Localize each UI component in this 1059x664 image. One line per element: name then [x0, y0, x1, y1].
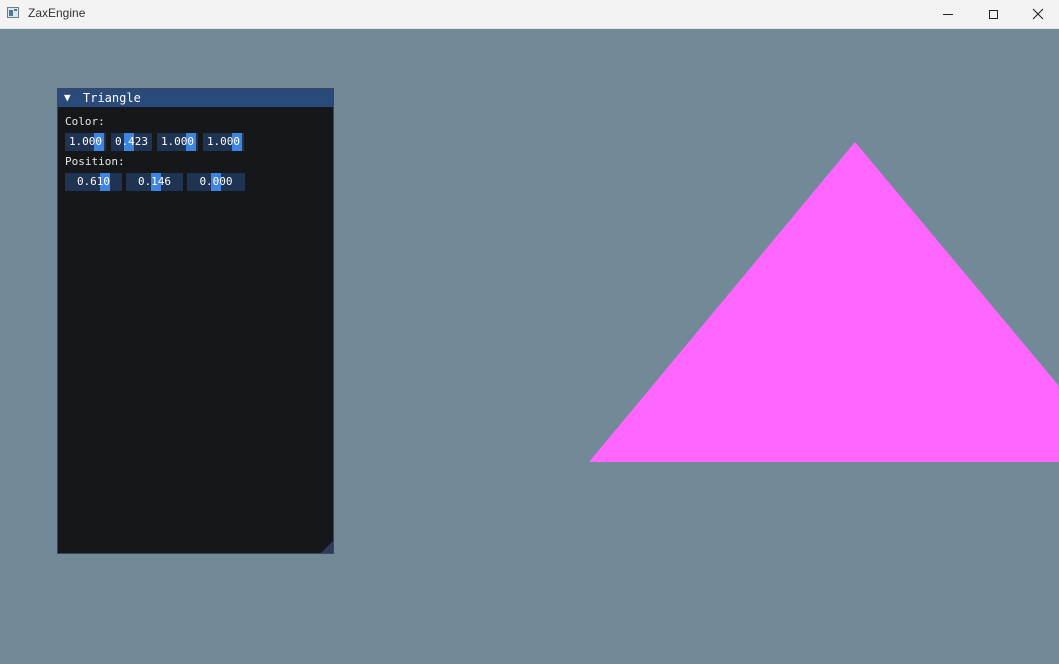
collapse-arrow-icon[interactable]: ▼ — [64, 91, 71, 104]
position-x-drag-input[interactable]: 0.610 — [65, 173, 122, 191]
color-g-value: 0.423 — [114, 135, 149, 148]
window-title-bar: ZaxEngine — [0, 0, 1059, 29]
panel-title: Triangle — [83, 91, 141, 105]
color-b-drag-input[interactable]: 1.000 — [157, 133, 198, 151]
maximize-button[interactable] — [970, 0, 1016, 28]
position-y-drag-input[interactable]: 0.146 — [126, 173, 183, 191]
position-z-drag-input[interactable]: 0.000 — [187, 173, 245, 191]
maximize-icon — [988, 9, 998, 19]
position-z-value: 0.000 — [199, 175, 233, 188]
close-button[interactable] — [1015, 0, 1059, 28]
triangle-mesh — [589, 142, 1059, 462]
color-b-value: 1.000 — [160, 135, 195, 148]
color-a-value: 1.000 — [206, 135, 241, 148]
color-a-drag-input[interactable]: 1.000 — [203, 133, 244, 151]
panel-header[interactable]: ▼ Triangle — [58, 89, 333, 107]
minimize-icon — [943, 13, 953, 15]
app-icon — [7, 7, 19, 18]
color-r-drag-input[interactable]: 1.000 — [65, 133, 106, 151]
minimize-button[interactable] — [925, 0, 971, 28]
position-x-value: 0.610 — [76, 175, 111, 188]
position-label: Position: — [65, 155, 125, 168]
triangle-panel: ▼ Triangle Color: 1.000 0.423 1.000 1.00… — [57, 88, 334, 554]
color-g-drag-input[interactable]: 0.423 — [111, 133, 152, 151]
close-icon — [1032, 8, 1044, 20]
color-r-value: 1.000 — [68, 135, 103, 148]
window-title: ZaxEngine — [28, 6, 86, 20]
color-label: Color: — [65, 115, 105, 128]
resize-grip[interactable] — [321, 541, 333, 553]
position-y-value: 0.146 — [137, 175, 172, 188]
